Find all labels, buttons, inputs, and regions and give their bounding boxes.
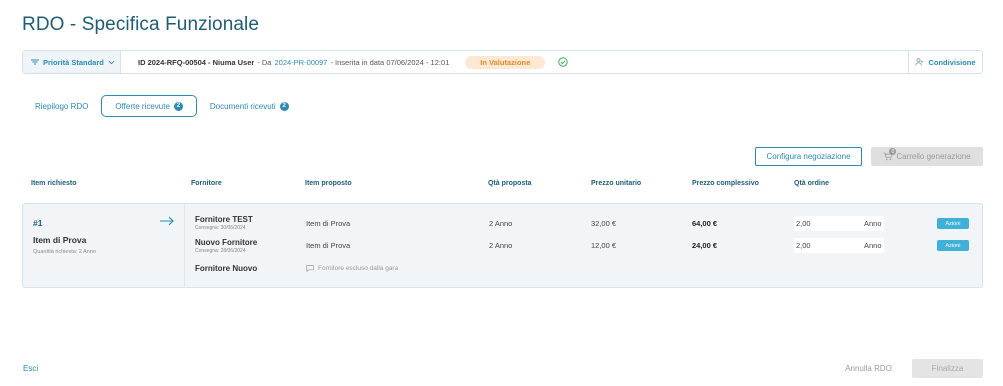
from-prefix: - Da <box>257 57 272 67</box>
supplier-name: Nuovo Fornitore <box>195 238 258 247</box>
order-unit: Anno <box>864 219 882 228</box>
total-price: 24,00 € <box>692 241 718 250</box>
column-divider <box>184 204 185 287</box>
rdo-details: ID 2024-RFQ-00504 - Niuma User - Da 2024… <box>121 55 569 69</box>
tabs-bar: Riepilogo RDO Offerte ricevute 2 Documen… <box>22 95 302 117</box>
column-header: Item richiesto <box>31 180 77 187</box>
chevron-down-icon <box>108 60 115 64</box>
cart-count-badge: 0 <box>889 148 897 155</box>
unit-price: 32,00 € <box>591 219 617 228</box>
cart-icon: 0 <box>883 148 897 161</box>
add-user-icon <box>915 58 924 66</box>
delivery-date: Consegna: 28/06/2024 <box>195 248 246 254</box>
count-badge: 2 <box>279 101 289 111</box>
column-header: Prezzo complessivo <box>692 180 759 187</box>
column-header: Qtà ordine <box>794 180 830 187</box>
requested-quantity: Quantità richiesta: 2 Anno <box>33 249 96 255</box>
tab-received-documents[interactable]: Documenti ricevuti 2 <box>197 95 302 117</box>
actions-button[interactable]: Azioni <box>937 218 969 229</box>
priority-label: Priorità Standard <box>43 57 104 67</box>
order-unit: Anno <box>864 241 882 250</box>
arrow-right-icon <box>160 216 174 226</box>
priority-dropdown[interactable]: Priorità Standard <box>23 51 121 73</box>
offer-row-card: #1 Item di Prova Quantità richiesta: 2 A… <box>22 203 983 288</box>
inserted-date: - Inserita in data 07/06/2024 - 12:01 <box>330 57 450 67</box>
proposed-item: Item di Prova <box>306 219 351 228</box>
filter-lines-icon <box>31 59 39 65</box>
proposed-item: Item di Prova <box>306 241 351 250</box>
finalize-button[interactable]: Finalizza <box>912 359 983 378</box>
share-button[interactable]: Condivisione <box>908 51 982 73</box>
cancel-rdo-button[interactable]: Annulla RDO <box>841 360 896 377</box>
unit-price: 12,00 € <box>591 241 617 250</box>
delivery-date: Consegna: 30/06/2024 <box>195 225 246 231</box>
excluded-note-text: Fornitore escluso dalla gara <box>318 265 399 272</box>
tab-summary[interactable]: Riepilogo RDO <box>22 95 101 117</box>
rdo-id: ID 2024-RFQ-00504 - Niuma User <box>138 57 255 67</box>
page-title: RDO - Specifica Funzionale <box>22 14 260 35</box>
tab-received-offers-label: Offerte ricevute <box>115 101 170 111</box>
tab-summary-label: Riepilogo RDO <box>35 101 89 111</box>
column-header: Fornitore <box>191 180 222 187</box>
item-name: Item di Prova <box>33 235 87 245</box>
tab-received-offers[interactable]: Offerte ricevute 2 <box>101 95 197 117</box>
share-label: Condivisione <box>928 57 976 67</box>
count-badge: 2 <box>173 101 183 111</box>
comment-icon <box>306 265 314 272</box>
check-circle-icon <box>558 57 569 67</box>
column-header: Item proposto <box>305 180 352 187</box>
configure-negotiation-button[interactable]: Configura negoziazione <box>755 147 862 166</box>
column-header: Prezzo unitario <box>591 180 642 187</box>
column-header: Qtà proposta <box>488 180 532 187</box>
proposed-qty: 2 Anno <box>489 241 513 250</box>
purchase-request-link[interactable]: 2024-PR-00097 <box>274 58 327 67</box>
item-number: #1 <box>33 218 43 228</box>
tab-received-documents-label: Documenti ricevuti <box>209 101 276 111</box>
generation-cart-button[interactable]: 0 Carrello generazione <box>871 147 983 166</box>
excluded-supplier-name: Fornitore Nuovo <box>195 264 258 273</box>
proposed-qty: 2 Anno <box>489 219 513 228</box>
status-badge: In Valutazione <box>465 55 546 69</box>
excluded-note: Fornitore escluso dalla gara <box>306 265 398 272</box>
rdo-info-bar: Priorità Standard ID 2024-RFQ-00504 - Ni… <box>22 50 983 74</box>
actions-button[interactable]: Azioni <box>937 240 969 251</box>
supplier-name: Fornitore TEST <box>195 215 253 224</box>
cart-label: Carrello generazione <box>896 152 971 161</box>
exit-link[interactable]: Esci <box>23 364 38 373</box>
total-price: 64,00 € <box>692 219 718 228</box>
